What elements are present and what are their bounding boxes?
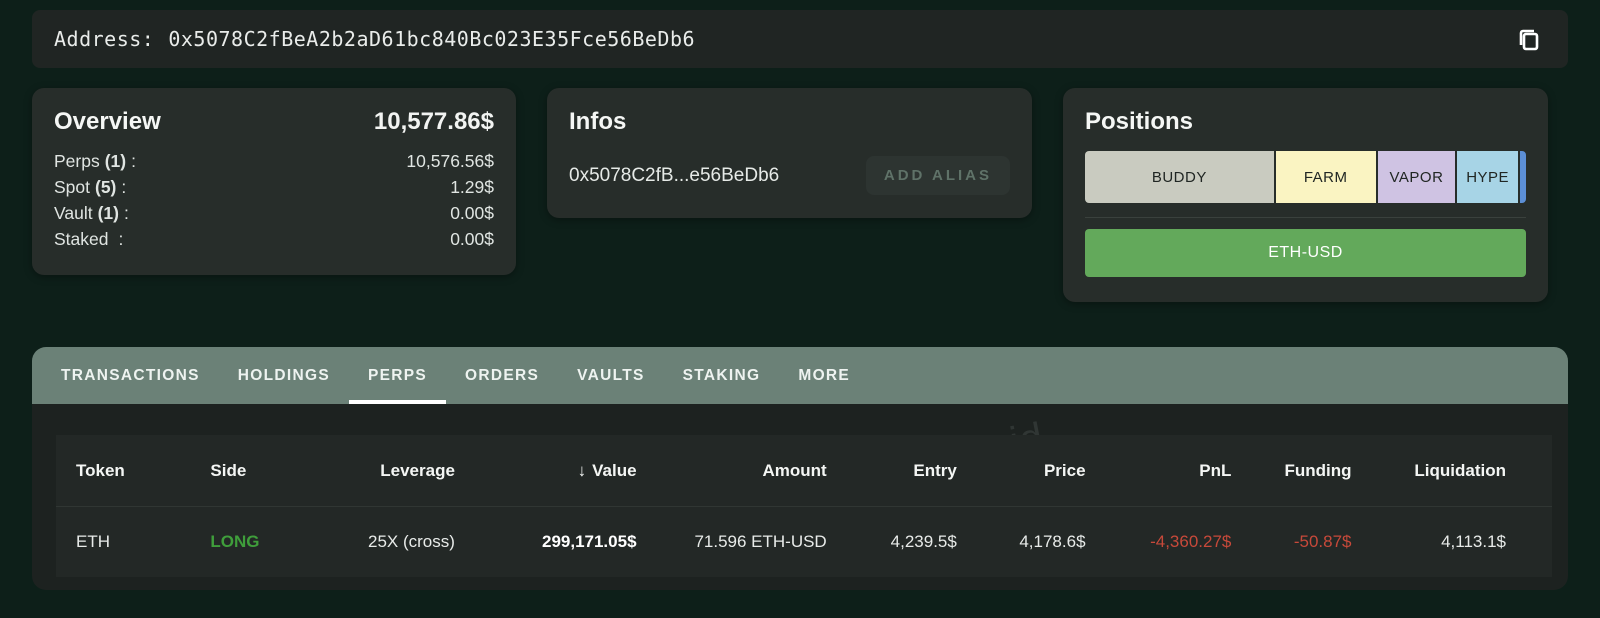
col-price: Price [1043, 460, 1086, 480]
col-funding: Funding [1284, 460, 1352, 480]
cell-entry: 4,239.5$ [890, 532, 957, 551]
tab-orders[interactable]: ORDERS [446, 347, 558, 404]
overview-title: Overview [54, 108, 161, 135]
overview-row-perps: Perps (1): 10,576.56$ [54, 148, 494, 174]
overview-row-value: 0.00$ [450, 229, 494, 249]
overview-row-value: 1.29$ [450, 177, 494, 197]
col-value[interactable]: ↓ Value [455, 461, 637, 481]
cell-funding: -50.87$ [1293, 532, 1352, 551]
cell-pnl: -4,360.27$ [1150, 532, 1232, 551]
cell-side: LONG [210, 532, 260, 551]
segment-vapor[interactable]: VAPOR [1377, 151, 1456, 203]
table-header-row: Token Side Leverage ↓ Value Amount Entry … [56, 435, 1552, 507]
perps-table: Token Side Leverage ↓ Value Amount Entry … [56, 435, 1552, 577]
cell-leverage: 25X (cross) [368, 532, 455, 551]
tab-perps[interactable]: PERPS [348, 347, 447, 404]
overview-row-label: Vault (1): [54, 203, 129, 223]
overview-row-vault: Vault (1): 0.00$ [54, 200, 494, 226]
position-eth-usd-button[interactable]: ETH-USD [1085, 229, 1526, 277]
col-liquidation: Liquidation [1414, 460, 1506, 480]
col-pnl: PnL [1199, 460, 1232, 480]
tab-holdings[interactable]: HOLDINGS [219, 347, 349, 404]
overview-row-value: 10,576.56$ [406, 151, 494, 171]
col-token: Token [76, 460, 125, 480]
address-bar: Address: 0x5078C2fBeA2b2aD61bc840Bc023E3… [32, 10, 1568, 68]
segment-buddy[interactable]: BUDDY [1085, 151, 1274, 203]
overview-row-staked: Staked: 0.00$ [54, 226, 494, 252]
infos-card: Infos 0x5078C2fB...e56BeDb6 ADD ALIAS [547, 88, 1032, 218]
segment-overflow[interactable] [1520, 151, 1526, 203]
col-amount: Amount [762, 460, 827, 480]
table-row: ETH LONG 25X (cross) 299,171.05$ 71.596 … [56, 507, 1552, 577]
segment-farm[interactable]: FARM [1275, 151, 1376, 203]
copy-address-button[interactable] [1512, 22, 1546, 56]
overview-card: Overview 10,577.86$ Perps (1): 10,576.56$… [32, 88, 516, 275]
positions-card: Positions BUDDY FARM VAPOR HYPE ETH-USD [1063, 88, 1548, 302]
tab-staking[interactable]: STAKING [664, 347, 780, 404]
positions-divider [1085, 217, 1526, 218]
cell-liquidation: 4,113.1$ [1441, 532, 1506, 551]
overview-row-spot: Spot (5): 1.29$ [54, 174, 494, 200]
col-entry: Entry [913, 460, 957, 480]
col-leverage: Leverage [380, 460, 455, 480]
tab-more[interactable]: MORE [779, 347, 869, 404]
add-alias-button[interactable]: ADD ALIAS [865, 156, 1010, 195]
overview-row-value: 0.00$ [450, 203, 494, 223]
cell-value: 299,171.05$ [541, 532, 637, 551]
token-segments: BUDDY FARM VAPOR HYPE [1085, 151, 1526, 203]
perps-panel: Powered by Hyperliquid Token Side Levera… [32, 404, 1568, 590]
short-address: 0x5078C2fB...e56BeDb6 [569, 164, 780, 186]
summary-cards-row: Overview 10,577.86$ Perps (1): 10,576.56$… [32, 88, 1568, 302]
overview-row-label: Staked: [54, 229, 124, 249]
segment-hype[interactable]: HYPE [1457, 151, 1518, 203]
overview-total-value: 10,577.86$ [373, 108, 494, 135]
infos-title: Infos [569, 108, 627, 135]
cell-price: 4,178.6$ [1019, 532, 1086, 551]
tab-vaults[interactable]: VAULTS [558, 347, 664, 404]
address-value: 0x5078C2fBeA2b2aD61bc840Bc023E35Fce56BeD… [168, 27, 696, 51]
sort-desc-icon: ↓ [577, 460, 587, 480]
cell-amount: 71.596 ETH-USD [694, 532, 827, 551]
main-tabbar: TRANSACTIONS HOLDINGS PERPS ORDERS VAULT… [32, 347, 1568, 404]
positions-title: Positions [1085, 108, 1194, 135]
wallet-address: Address: 0x5078C2fBeA2b2aD61bc840Bc023E3… [54, 27, 695, 51]
address-label: Address: [54, 27, 155, 51]
cell-token: ETH [76, 532, 110, 551]
overview-row-label: Perps (1): [54, 151, 136, 171]
overview-row-label: Spot (5): [54, 177, 127, 197]
tab-transactions[interactable]: TRANSACTIONS [42, 347, 219, 404]
col-side: Side [210, 460, 247, 480]
copy-icon [1519, 29, 1539, 51]
